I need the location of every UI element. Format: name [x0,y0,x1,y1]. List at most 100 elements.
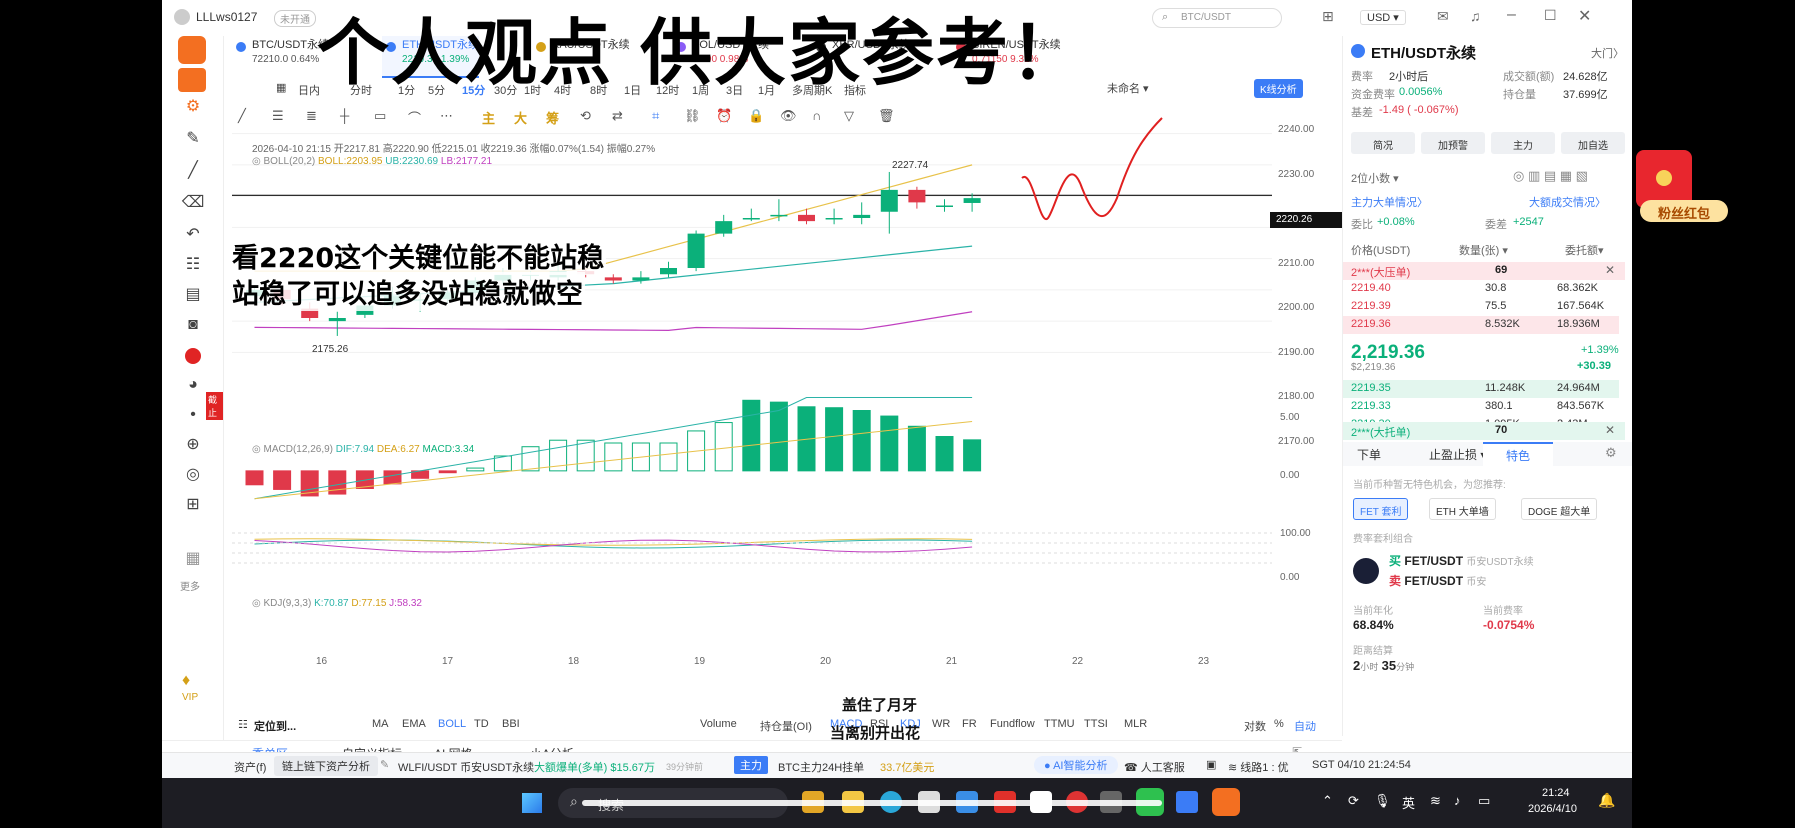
service-button[interactable]: ☎ 人工客服 [1124,759,1185,775]
windows-start-icon[interactable] [522,793,542,813]
pill-eth-wall[interactable]: ETH 大单墙 [1429,498,1496,520]
note-icon[interactable]: ☷ [180,254,206,276]
dot-icon[interactable]: • [180,404,206,426]
indicator-12[interactable]: Fundflow [990,718,1035,730]
pencil-icon[interactable]: ✎ [180,128,206,150]
vip-label[interactable]: VIP [182,692,198,703]
tab-place-order[interactable]: 下单 [1357,446,1381,463]
more-label[interactable]: 更多 [180,578,200,593]
notepad-icon[interactable] [1176,791,1198,813]
indicator-14[interactable]: TTSI [1084,718,1108,730]
minimize-icon[interactable]: – [1507,6,1516,24]
close-icon[interactable]: ✕ [1605,263,1615,277]
gear-red-icon[interactable]: ⚙ [180,96,206,118]
decimals-select[interactable]: 2位小数 ▾ [1351,170,1399,186]
video-progress-bar[interactable] [582,800,1162,806]
indicator-6[interactable]: 持仓量(OI) [760,718,812,734]
entry-link[interactable]: 大门〉 [1591,45,1624,61]
boll-label[interactable]: BOLL(20,2) [264,156,316,167]
zoom-icon[interactable]: ⊕ [180,434,206,456]
macd-label[interactable]: MACD(12,26,9) [264,444,333,455]
camera-icon[interactable]: ◙ [180,314,206,336]
indicator-1[interactable]: EMA [402,718,426,730]
grid-icon[interactable]: ⊞ [1322,8,1334,25]
indicator-3[interactable]: TD [474,718,489,730]
eraser-icon[interactable]: ⌫ [180,192,206,214]
action-button-1[interactable]: 加预警 [1421,132,1485,154]
layout-icon[interactable]: ⊞ [180,494,206,516]
boll-icon[interactable]: ◎ [252,156,261,167]
news1-symbol[interactable]: WLFI/USDT 币安USDT永续 [398,759,534,775]
big-orders-link[interactable]: 主力大单情况〉 [1351,194,1428,210]
alarm-clock-icon[interactable] [178,68,206,92]
col-qty[interactable]: 数量(张) ▾ [1459,242,1508,258]
indicator-2[interactable]: BOLL [438,718,466,730]
press-order-row[interactable]: 2***(大压单) 69 ✕ [1343,262,1625,280]
settings-icon[interactable]: ⚙ [1605,445,1617,461]
chart-area[interactable]: 2227.74 2175.26 2026-04-10 21:15 开2217.81… [232,78,1342,708]
app-logo-icon[interactable] [178,36,206,64]
screen-icon[interactable]: ▤ [180,284,206,306]
record-icon[interactable] [185,348,201,364]
indicator-13[interactable]: TTMU [1044,718,1075,730]
trendline-icon[interactable]: ╱ [180,160,206,182]
indicator-4[interactable]: BBI [502,718,520,730]
ime-lang[interactable]: 英 [1402,793,1415,812]
battery-icon[interactable]: ▭ [1478,793,1490,809]
bid-row[interactable]: 2219.35 11.248K 24.964M [1343,380,1619,398]
taskbar-clock[interactable]: 21:24 [1542,787,1570,799]
news1-detail[interactable]: 大额爆单(多单) $15.67万 [534,759,655,775]
ask-row[interactable]: 2219.36 8.532K 18.936M [1343,316,1619,334]
kdj-icon[interactable]: ◎ [252,598,261,609]
col-amount[interactable]: 委托额▾ [1565,242,1604,258]
indicator-search-icon[interactable]: ☷ [238,718,248,731]
bid-row[interactable]: 2219.33 380.1 843.567K [1343,398,1619,416]
notification-icon[interactable]: 🔔 [1598,792,1615,809]
speaker-icon[interactable]: ♪ [1454,793,1461,808]
chevron-up-icon[interactable]: ⌃ [1322,793,1333,809]
search-input[interactable]: BTC/USDT [1152,8,1282,28]
indicator-10[interactable]: WR [932,718,950,730]
tab-featured[interactable]: 特色 [1483,442,1553,466]
tab-btc[interactable]: BTC/USDT永续 72210.0 0.64% [232,36,329,78]
asset-label[interactable]: 资产(f) [234,759,266,775]
news2-value[interactable]: 33.7亿美元 [880,759,934,775]
message-icon[interactable]: ▣ [1206,758,1216,771]
macd-icon[interactable]: ◎ [252,444,261,455]
indicator-11[interactable]: FR [962,718,977,730]
taskbar-date[interactable]: 2026/4/10 [1528,803,1577,815]
axis-option-0[interactable]: 对数 [1244,718,1266,734]
kdj-label[interactable]: KDJ(9,3,3) [264,598,312,609]
pill-fet-arb[interactable]: FET 套利 [1353,498,1409,520]
pill-doge-big[interactable]: DOGE 超大单 [1521,498,1598,520]
indicator-0[interactable]: MA [372,718,389,730]
chart-svg[interactable]: 2227.74 2175.26 [232,78,1342,708]
network-status[interactable]: ≋ 线路1 : 优 [1228,759,1289,775]
apps-icon[interactable]: ▦ [180,548,206,570]
axis-option-1[interactable]: % [1274,718,1284,730]
indicator-5[interactable]: Volume [700,718,737,730]
username[interactable]: LLLws0127 [196,10,257,24]
mail-icon[interactable]: ✉ [1437,8,1449,25]
undo-icon[interactable]: ↶ [180,224,206,246]
orderbook-mode-icons[interactable]: ◎ ▥ ▤ ▦ ▧ [1513,168,1588,184]
clock-icon[interactable]: ⟳ [1348,793,1359,809]
account-status[interactable]: 未开通 [274,10,316,27]
axis-option-2[interactable]: 自动 [1294,718,1316,734]
mic-icon[interactable]: 🎙 [1374,793,1391,809]
price-axis[interactable]: 2240.002230.002220.002210.002200.002190.… [1274,78,1342,708]
ask-row[interactable]: 2219.39 75.5 167.564K [1343,298,1619,316]
close-icon[interactable]: ✕ [1578,6,1591,26]
refresh-icon[interactable]: ◎ [180,464,206,486]
close-icon[interactable]: ✕ [1605,423,1615,437]
ask-row[interactable]: 2219.40 30.8 68.362K [1343,280,1619,298]
support-order-row[interactable]: 2***(大托单) 70 ✕ [1343,422,1625,440]
user-avatar[interactable] [174,9,190,25]
vip-icon[interactable]: ♦ [182,672,190,690]
action-button-0[interactable]: 简况 [1351,132,1415,154]
trading-app-taskbar-icon[interactable] [1212,788,1240,816]
bell-icon[interactable]: ♫ [1470,8,1481,24]
currency-select[interactable]: USD ▾ [1360,10,1406,25]
action-button-2[interactable]: 主力 [1491,132,1555,154]
big-trades-link[interactable]: 大额成交情况〉 [1529,194,1606,210]
